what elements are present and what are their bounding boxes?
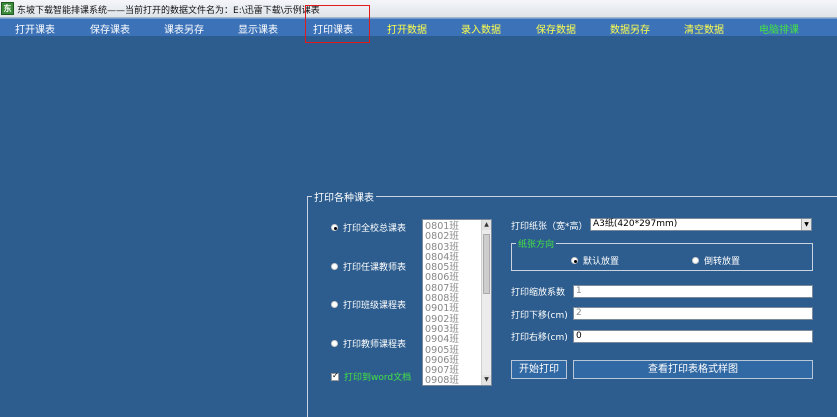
menu-bar: 打开课表 保存课表 课表另存 显示课表 打印课表 打开数据 录入数据 保存数据 … [0,18,837,36]
menu-open-data[interactable]: 打开数据 [387,21,427,36]
radio-icon[interactable] [331,301,338,308]
option-print-class[interactable]: 打印班级课程表 [331,298,406,311]
paper-size-value: A3纸(420*297mm) [593,219,678,229]
orientation-group: 纸张方向 [511,237,813,271]
radio-icon[interactable] [331,224,338,231]
menu-open-schedule[interactable]: 打开课表 [15,21,55,36]
offset-right-label: 打印右移(cm) [511,333,568,343]
scroll-thumb[interactable] [483,234,490,294]
option-label: 默认放置 [583,257,620,267]
preview-format-button[interactable]: 查看打印表格式样图 [573,360,813,379]
option-label: 倒转放置 [704,257,741,267]
option-print-teachers[interactable]: 打印任课教师表 [331,260,406,273]
offset-down-label: 打印下移(cm) [511,311,568,321]
orientation-title: 纸张方向 [516,237,557,250]
menu-save-schedule[interactable]: 保存课表 [90,21,130,36]
scroll-up-icon[interactable]: ▲ [482,220,491,230]
radio-icon[interactable] [571,257,578,264]
option-label: 打印到word文档 [344,373,412,383]
class-list: 0801班 0802班 0803班 0804班 0805班 0806班 0807… [425,221,482,385]
menu-show-schedule[interactable]: 显示课表 [238,21,278,36]
title-bar: 东 东坡下载智能排课系统——当前打开的数据文件名为：E:\迅雷下载\示例课表 [0,0,837,18]
radio-icon[interactable] [692,257,699,264]
orientation-default[interactable]: 默认放置 [571,254,619,267]
scroll-down-icon[interactable]: ▼ [482,375,491,385]
radio-icon[interactable] [331,263,338,270]
chevron-down-icon[interactable]: ▼ [801,219,811,230]
offset-down-input[interactable]: 2 [573,307,813,320]
start-print-button[interactable]: 开始打印 [511,360,567,379]
scale-input[interactable]: 1 [573,285,813,298]
checkbox-icon[interactable] [331,371,339,381]
menu-save-data[interactable]: 保存数据 [536,21,576,36]
offset-right-input[interactable]: 0 [573,330,813,343]
list-scrollbar[interactable]: ▲ ▼ [481,220,491,385]
list-item[interactable]: 0908班 [425,376,482,385]
class-listbox[interactable]: 0801班 0802班 0803班 0804班 0805班 0806班 0807… [422,219,492,386]
menu-enter-data[interactable]: 录入数据 [461,21,501,36]
menu-clear-data[interactable]: 清空数据 [684,21,724,36]
menu-auto-schedule[interactable]: 电脑排课 [759,21,799,36]
window-title: 东坡下载智能排课系统——当前打开的数据文件名为：E:\迅雷下载\示例课表 [17,6,320,16]
menu-highlight-box [305,5,370,43]
option-label: 打印班级课程表 [343,301,407,311]
option-print-to-word[interactable]: 打印到word文档 [331,370,411,383]
paper-size-select[interactable]: A3纸(420*297mm) ▼ [590,218,812,231]
menu-save-data-as[interactable]: 数据另存 [610,21,650,36]
radio-icon[interactable] [331,340,338,347]
option-print-school[interactable]: 打印全校总课表 [331,221,406,234]
print-panel-title: 打印各种课表 [312,189,376,204]
orientation-reversed[interactable]: 倒转放置 [692,254,740,267]
scale-label: 打印缩放系数 [511,288,566,298]
option-print-teacher-schedule[interactable]: 打印教师课程表 [331,337,406,350]
menu-save-schedule-as[interactable]: 课表另存 [164,21,204,36]
paper-size-label: 打印纸张（宽*高） [511,222,588,232]
option-label: 打印全校总课表 [343,224,407,234]
option-label: 打印教师课程表 [343,340,407,350]
option-label: 打印任课教师表 [343,263,407,273]
hand-icon: 东 [1,2,14,15]
